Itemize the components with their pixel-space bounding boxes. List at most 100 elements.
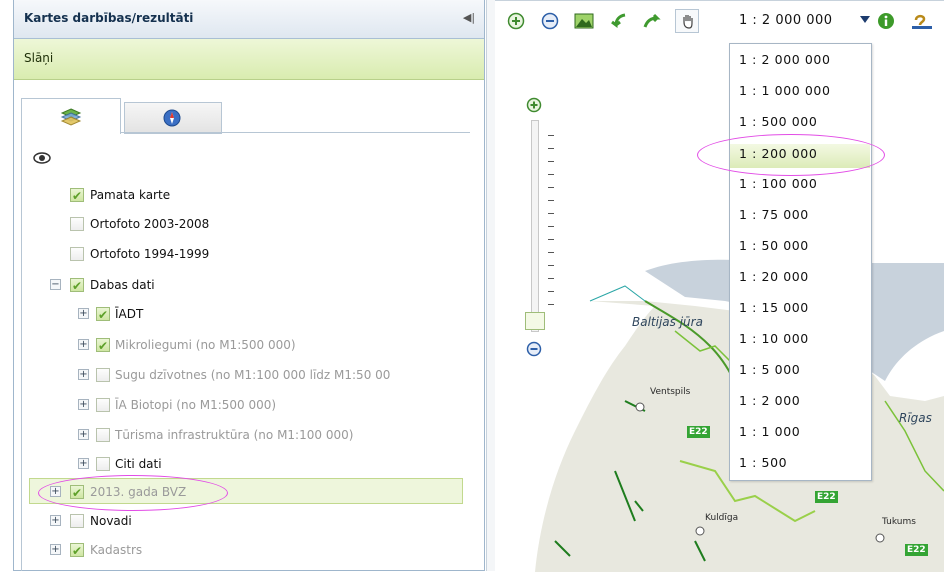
scale-option[interactable]: 1 : 75 000 xyxy=(739,206,809,224)
back-arrow-icon[interactable] xyxy=(609,12,627,30)
scale-option[interactable]: 1 : 50 000 xyxy=(739,237,809,255)
full-extent-icon[interactable] xyxy=(574,12,594,30)
zoom-tick xyxy=(548,174,554,175)
zoom-tick xyxy=(548,148,554,149)
road-sign-e22: E22 xyxy=(687,426,710,438)
tree-row-ia-biotopi[interactable]: + ĪA Biotopi (no M1:500 000) xyxy=(76,394,468,416)
zoom-tick xyxy=(548,304,554,305)
collapse-toggle-icon[interactable]: − xyxy=(50,279,61,290)
layers-section-header[interactable]: Slāņi xyxy=(14,39,484,80)
tree-row-turisma-infrastruktura[interactable]: + Tūrisma infrastruktūra (no M1:100 000) xyxy=(76,424,468,446)
expand-toggle-icon[interactable]: + xyxy=(78,308,89,319)
zoom-slider[interactable] xyxy=(531,120,539,332)
panel-header: Kartes darbības/rezultāti ◀| xyxy=(14,0,484,39)
measure-icon[interactable] xyxy=(910,12,934,30)
layer-checkbox[interactable] xyxy=(70,514,84,528)
zoom-in-icon[interactable] xyxy=(507,12,525,30)
zoom-tick xyxy=(548,135,554,136)
pan-hand-icon xyxy=(683,15,693,29)
expand-toggle-icon[interactable]: + xyxy=(78,339,89,350)
layer-checkbox[interactable] xyxy=(70,185,84,207)
layer-checkbox[interactable] xyxy=(96,457,110,471)
scale-option[interactable]: 1 : 2 000 000 xyxy=(739,51,831,69)
zoom-tick xyxy=(548,265,554,266)
expand-toggle-icon[interactable]: + xyxy=(78,429,89,440)
layer-label: Tūrisma infrastruktūra (no M1:100 000) xyxy=(115,428,354,442)
sea-label: Baltijas jūra xyxy=(632,315,703,329)
expand-toggle-icon[interactable]: + xyxy=(78,399,89,410)
road-sign-e22: E22 xyxy=(815,491,838,503)
scale-option[interactable]: 1 : 20 000 xyxy=(739,268,809,286)
layers-icon xyxy=(60,108,82,126)
zoom-tick xyxy=(548,278,554,279)
scale-option[interactable]: 1 : 10 000 xyxy=(739,330,809,348)
chevron-down-icon[interactable] xyxy=(860,16,870,23)
layer-label: Ortofoto 1994-1999 xyxy=(90,247,210,261)
layer-label: Dabas dati xyxy=(90,278,155,292)
scale-option[interactable]: 1 : 15 000 xyxy=(739,299,809,317)
scale-select[interactable]: 1 : 2 000 000 xyxy=(739,10,869,32)
tree-row-citi-dati[interactable]: + Citi dati xyxy=(76,453,468,475)
tree-row-mikroliegumi[interactable]: + Mikroliegumi (no M1:500 000) xyxy=(76,334,468,357)
zoom-slider-handle[interactable] xyxy=(525,312,545,330)
scale-option[interactable]: 1 : 1 000 xyxy=(739,423,800,441)
layer-checkbox[interactable] xyxy=(70,217,84,231)
tree-row-kadastrs[interactable]: + Kadastrs xyxy=(48,539,468,562)
collapse-panel-icon[interactable]: ◀| xyxy=(462,11,476,25)
scale-dropdown xyxy=(729,43,872,481)
layer-checkbox[interactable] xyxy=(96,335,110,357)
expand-toggle-icon[interactable]: + xyxy=(50,544,61,555)
tab-layers[interactable] xyxy=(21,98,121,134)
layer-checkbox[interactable] xyxy=(96,398,110,412)
city-label-kuldiga: Kuldīga xyxy=(705,513,739,523)
zoom-tick xyxy=(548,252,554,253)
layer-label: Pamata karte xyxy=(90,188,171,202)
scale-option[interactable]: 1 : 1 000 000 xyxy=(739,82,831,100)
panel-title: Kartes darbības/rezultāti xyxy=(24,11,194,25)
tree-row-ortofoto-1994[interactable]: Ortofoto 1994-1999 xyxy=(48,243,468,265)
scale-option[interactable]: 1 : 2 000 xyxy=(739,392,800,410)
scale-option[interactable]: 1 : 500 000 xyxy=(739,113,817,131)
city-label-ventspils: Ventspils xyxy=(650,387,691,397)
info-icon[interactable] xyxy=(877,12,895,30)
zoom-tick xyxy=(548,291,554,292)
tree-row-novadi[interactable]: + Novadi xyxy=(48,510,468,532)
layer-label: Mikroliegumi (no M1:500 000) xyxy=(115,338,296,352)
visibility-eye-icon[interactable] xyxy=(32,151,52,165)
slider-zoom-out-icon[interactable] xyxy=(526,341,542,357)
forward-arrow-icon[interactable] xyxy=(643,12,661,30)
layer-checkbox[interactable] xyxy=(96,368,110,382)
tree-row-dabas-dati[interactable]: − Dabas dati xyxy=(48,274,468,297)
pan-button[interactable] xyxy=(675,9,699,33)
layer-checkbox[interactable] xyxy=(70,275,84,297)
layer-label: Citi dati xyxy=(115,457,162,471)
expand-toggle-icon[interactable]: + xyxy=(78,369,89,380)
zoom-tick xyxy=(548,213,554,214)
expand-toggle-icon[interactable]: + xyxy=(78,458,89,469)
zoom-tick xyxy=(548,226,554,227)
tree-row-iadt[interactable]: + ĪADT xyxy=(76,303,468,326)
layer-checkbox[interactable] xyxy=(96,304,110,326)
expand-toggle-icon[interactable]: + xyxy=(50,515,61,526)
scale-option[interactable]: 1 : 100 000 xyxy=(739,175,817,193)
layer-checkbox[interactable] xyxy=(96,428,110,442)
scale-option[interactable]: 1 : 500 xyxy=(739,454,787,472)
layer-label: ĪADT xyxy=(115,307,144,321)
zoom-tick xyxy=(548,161,554,162)
layer-label: Sugu dzīvotnes (no M1:100 000 līdz M1:50… xyxy=(115,368,391,382)
map-toolbar xyxy=(495,0,944,40)
tree-row-sugu-dzivotnes[interactable]: + Sugu dzīvotnes (no M1:100 000 līdz M1:… xyxy=(76,364,468,386)
map-view[interactable]: Baltijas jūra Rīgas Ventspils Kuldīga Tu… xyxy=(495,0,944,572)
layer-checkbox[interactable] xyxy=(70,247,84,261)
layers-section-title: Slāņi xyxy=(24,51,54,65)
scale-option[interactable]: 1 : 5 000 xyxy=(739,361,800,379)
city-label-tukums: Tukums xyxy=(882,517,916,527)
compass-icon xyxy=(163,109,181,127)
tab-navigation[interactable] xyxy=(124,102,222,134)
zoom-out-icon[interactable] xyxy=(541,12,559,30)
slider-zoom-in-icon[interactable] xyxy=(526,97,542,113)
tree-row-ortofoto-2003[interactable]: Ortofoto 2003-2008 xyxy=(48,213,468,235)
tree-row-pamata-karte[interactable]: Pamata karte xyxy=(48,184,468,207)
map-canvas[interactable] xyxy=(495,1,944,572)
layer-checkbox[interactable] xyxy=(70,540,84,562)
